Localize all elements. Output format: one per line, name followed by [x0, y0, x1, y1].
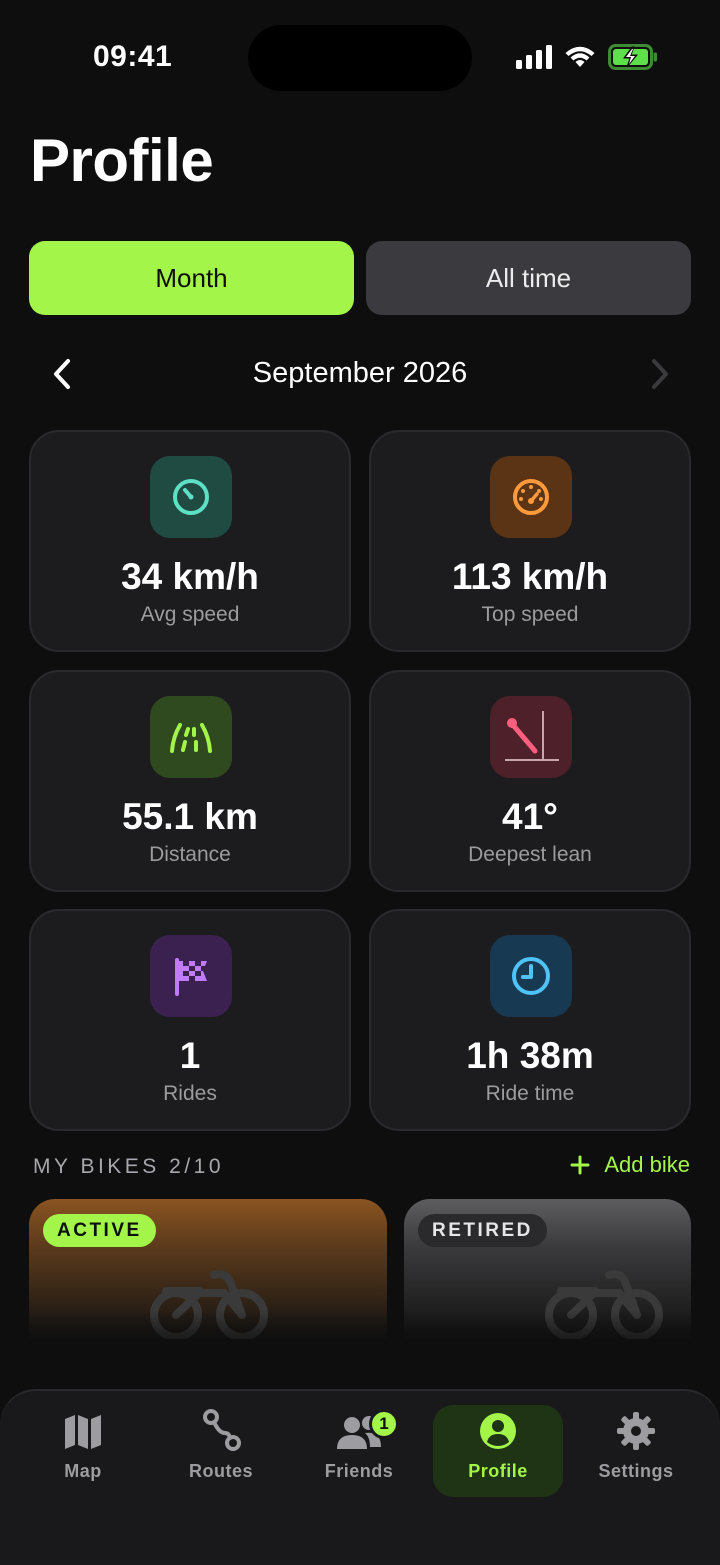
stat-value: 34 km/h: [121, 556, 259, 597]
map-icon: [65, 1415, 101, 1449]
tab-routes[interactable]: Routes: [156, 1405, 286, 1497]
segment-all-time[interactable]: All time: [366, 241, 691, 315]
plus-icon: [570, 1155, 590, 1175]
scroll-fade: [0, 1310, 720, 1350]
status-badge: RETIRED: [418, 1214, 547, 1247]
status-icons: [516, 44, 658, 70]
period-label: September 2026: [252, 357, 468, 389]
stat-value: 1h 38m: [466, 1035, 594, 1076]
status-bar: 09:41: [0, 0, 720, 120]
gauge-icon: [490, 456, 572, 538]
stat-label: Deepest lean: [468, 843, 592, 866]
notification-badge: 1: [369, 1409, 399, 1439]
profile-icon: [480, 1413, 516, 1449]
add-bike-button[interactable]: Add bike: [570, 1152, 690, 1178]
stat-card-distance[interactable]: 55.1 km Distance: [29, 670, 351, 892]
status-badge: ACTIVE: [43, 1214, 156, 1247]
stat-label: Distance: [149, 843, 231, 866]
tab-friends[interactable]: 1 Friends: [294, 1405, 424, 1497]
tab-bar: Map Routes 1 Friends Profile Settings: [0, 1389, 720, 1565]
road-icon: [150, 696, 232, 778]
chevron-right-icon[interactable]: [642, 355, 676, 393]
speedometer-icon: [150, 456, 232, 538]
tab-label: Routes: [188, 1461, 253, 1481]
stat-label: Top speed: [481, 603, 579, 626]
tab-label: Map: [64, 1461, 102, 1481]
cellular-signal-icon: [516, 45, 552, 69]
stat-card-top-speed[interactable]: 113 km/h Top speed: [369, 430, 691, 652]
wifi-icon: [565, 46, 595, 67]
page-title: Profile: [30, 127, 214, 194]
routes-icon: [203, 1409, 241, 1451]
gear-icon: [617, 1412, 655, 1450]
tab-label: Settings: [598, 1461, 674, 1481]
stat-label: Avg speed: [140, 603, 240, 626]
clock-icon: [490, 935, 572, 1017]
stat-card-avg-speed[interactable]: 34 km/h Avg speed: [29, 430, 351, 652]
stat-value: 41°: [502, 796, 558, 837]
stat-value: 55.1 km: [122, 796, 258, 837]
stat-value: 113 km/h: [451, 556, 609, 597]
status-time: 09:41: [93, 40, 173, 73]
checkered-flag-icon: [150, 935, 232, 1017]
tab-label: Friends: [324, 1461, 394, 1481]
dynamic-island: [248, 25, 472, 91]
battery-charging-icon: [608, 44, 657, 70]
stat-label: Ride time: [485, 1082, 575, 1105]
tab-map[interactable]: Map: [18, 1405, 148, 1497]
stat-card-rides[interactable]: 1 Rides: [29, 909, 351, 1131]
stat-value: 1: [179, 1035, 201, 1076]
add-bike-label: Add bike: [604, 1152, 690, 1177]
stat-card-deepest-lean[interactable]: 41° Deepest lean: [369, 670, 691, 892]
period-navigator: September 2026: [0, 345, 720, 403]
stat-label: Rides: [163, 1082, 217, 1105]
tab-profile[interactable]: Profile: [433, 1405, 563, 1497]
bikes-section-heading: MY BIKES 2/10: [33, 1155, 225, 1178]
stat-card-ride-time[interactable]: 1h 38m Ride time: [369, 909, 691, 1131]
tab-label: Profile: [468, 1461, 528, 1481]
lean-angle-icon: [490, 696, 572, 778]
tab-settings[interactable]: Settings: [571, 1405, 701, 1497]
segment-month[interactable]: Month: [29, 241, 354, 315]
